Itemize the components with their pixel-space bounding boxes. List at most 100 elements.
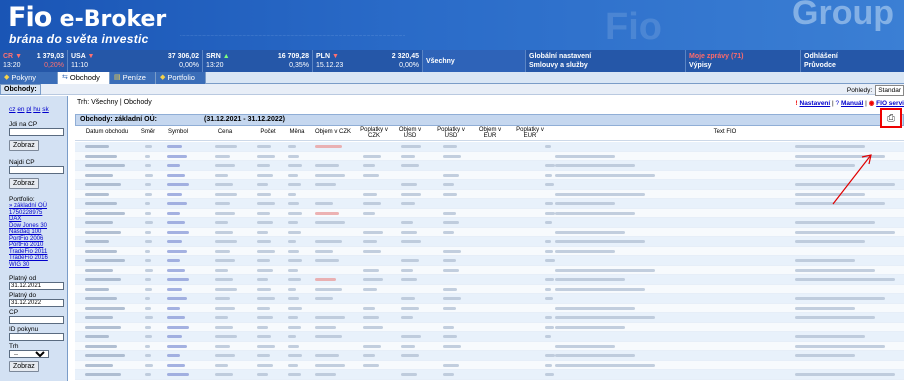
table-row[interactable] (75, 341, 904, 351)
redacted-cell (257, 373, 268, 376)
guide-link[interactable]: Průvodce (804, 61, 901, 70)
redacted-cell (215, 249, 231, 253)
redacted-cell (555, 202, 615, 205)
table-row[interactable] (75, 313, 904, 323)
col-date[interactable]: Datum obchodu (83, 129, 131, 135)
market-selector[interactable]: Všechny (423, 50, 526, 72)
statements-link[interactable]: Výpisy (689, 61, 797, 70)
col-fees-eur[interactable]: Poplatky v EUR (513, 127, 547, 139)
col-direction[interactable]: Směr (139, 129, 157, 135)
table-row[interactable] (75, 142, 904, 152)
redacted-cell (215, 344, 231, 348)
pdf-export-icon[interactable]: ⎙ (880, 108, 902, 128)
redacted-cell (555, 164, 635, 167)
tab-obchody[interactable]: ⇆ Obchody (58, 72, 110, 84)
to-date-input[interactable] (9, 299, 64, 307)
contracts-link[interactable]: Smlouvy a služby (529, 61, 682, 70)
table-row[interactable] (75, 218, 904, 228)
col-text-fio[interactable]: Text FIO (705, 129, 745, 135)
table-row[interactable] (75, 303, 904, 313)
col-count[interactable]: Počet (255, 129, 281, 135)
lang-hu[interactable]: hu (33, 106, 40, 113)
redacted-cell (85, 154, 117, 158)
redacted-cell (795, 344, 885, 348)
redacted-cell (167, 344, 187, 348)
find-input[interactable] (9, 166, 64, 174)
table-row[interactable] (75, 360, 904, 370)
table-row[interactable] (75, 161, 904, 171)
table-row[interactable] (75, 208, 904, 218)
redacted-cell (85, 145, 109, 148)
redacted-cell (401, 354, 419, 357)
redacted-cell (145, 202, 150, 205)
table-row[interactable] (75, 170, 904, 180)
col-volume-eur[interactable]: Objem v EUR (475, 127, 505, 139)
menu-messages[interactable]: Moje zprávy (71) Výpisy (686, 50, 801, 72)
lang-en[interactable]: en (17, 106, 24, 113)
global-settings-link[interactable]: Globální nastavení (529, 52, 682, 61)
redacted-cell (257, 221, 274, 224)
table-row[interactable] (75, 332, 904, 342)
order-id-input[interactable] (9, 333, 64, 341)
table-row[interactable] (75, 275, 904, 285)
tab-penize[interactable]: ▤ Peníze (110, 72, 156, 84)
service-link[interactable]: FIO servi (876, 100, 904, 107)
col-volume-usd[interactable]: Objem v USD (395, 127, 425, 139)
table-row[interactable] (75, 351, 904, 361)
tab-pokyny[interactable]: ◆ Pokyny (0, 72, 58, 84)
lang-cz[interactable]: cz (9, 106, 16, 113)
menu-logout[interactable]: Odhlášení Průvodce (801, 50, 904, 72)
col-symbol[interactable]: Symbol (163, 129, 193, 135)
fio-logo[interactable]: Fio e-Broker (8, 4, 166, 34)
table-row[interactable] (75, 246, 904, 256)
table-row[interactable] (75, 189, 904, 199)
manual-link[interactable]: Manuál (841, 100, 863, 107)
table-row[interactable] (75, 265, 904, 275)
quote-srn[interactable]: SRN ▲ 16 709,28 13:20 0,35% (203, 50, 313, 72)
table-row[interactable] (75, 227, 904, 237)
type-select[interactable]: -- (9, 350, 49, 358)
col-fees-czk[interactable]: Poplatky v CZK (359, 127, 389, 139)
cp-show-button[interactable]: Zobraz (9, 140, 39, 151)
cp-field-input[interactable] (9, 316, 64, 324)
portfolio-item[interactable]: WIG 30 (9, 262, 58, 269)
table-row[interactable] (75, 237, 904, 247)
table-row[interactable] (75, 370, 904, 380)
from-date-input[interactable] (9, 282, 64, 290)
redacted-cell (545, 278, 554, 281)
table-row[interactable] (75, 294, 904, 304)
redacted-cell (85, 287, 109, 291)
quote-pln[interactable]: PLN ▼ 2 320,45 15.12.23 0,00% (313, 50, 423, 72)
redacted-cell (443, 211, 456, 215)
views-selector[interactable]: Pohledy: Standar (847, 85, 904, 96)
logout-link[interactable]: Odhlášení (804, 52, 901, 61)
table-row[interactable] (75, 151, 904, 161)
col-fees-usd[interactable]: Poplatky v USD (435, 127, 467, 139)
messages-link[interactable]: Moje zprávy (71) (689, 52, 797, 61)
tab-portfolio[interactable]: ◆ Portfolio (156, 72, 206, 84)
table-row[interactable] (75, 256, 904, 266)
menu-settings[interactable]: Globální nastavení Smlouvy a služby (526, 50, 686, 72)
table-row[interactable] (75, 284, 904, 294)
table-row[interactable] (75, 199, 904, 209)
table-row[interactable] (75, 180, 904, 190)
redacted-cell (145, 287, 153, 291)
submit-button[interactable]: Zobraz (9, 361, 39, 372)
cp-input[interactable] (9, 128, 64, 136)
redacted-cell (167, 335, 183, 338)
redacted-cell (545, 297, 553, 300)
redacted-cell (288, 287, 297, 291)
col-price[interactable]: Cena (210, 129, 240, 135)
lang-sk[interactable]: sk (42, 106, 49, 113)
redacted-cell (443, 297, 461, 300)
table-row[interactable] (75, 322, 904, 332)
redacted-cell (288, 173, 298, 177)
col-volume-czk[interactable]: Objem v CZK (311, 129, 355, 135)
settings-link[interactable]: Nastavení (800, 100, 831, 107)
redacted-cell (145, 240, 153, 243)
col-currency[interactable]: Měna (287, 129, 307, 135)
quote-usa[interactable]: USA ▼ 37 306,02 11:10 0,00% (68, 50, 203, 72)
quote-cr[interactable]: CR ▼ 1 379,03 13:20 0,20% (0, 50, 68, 72)
find-show-button[interactable]: Zobraz (9, 178, 39, 189)
lang-pl[interactable]: pl (26, 106, 31, 113)
